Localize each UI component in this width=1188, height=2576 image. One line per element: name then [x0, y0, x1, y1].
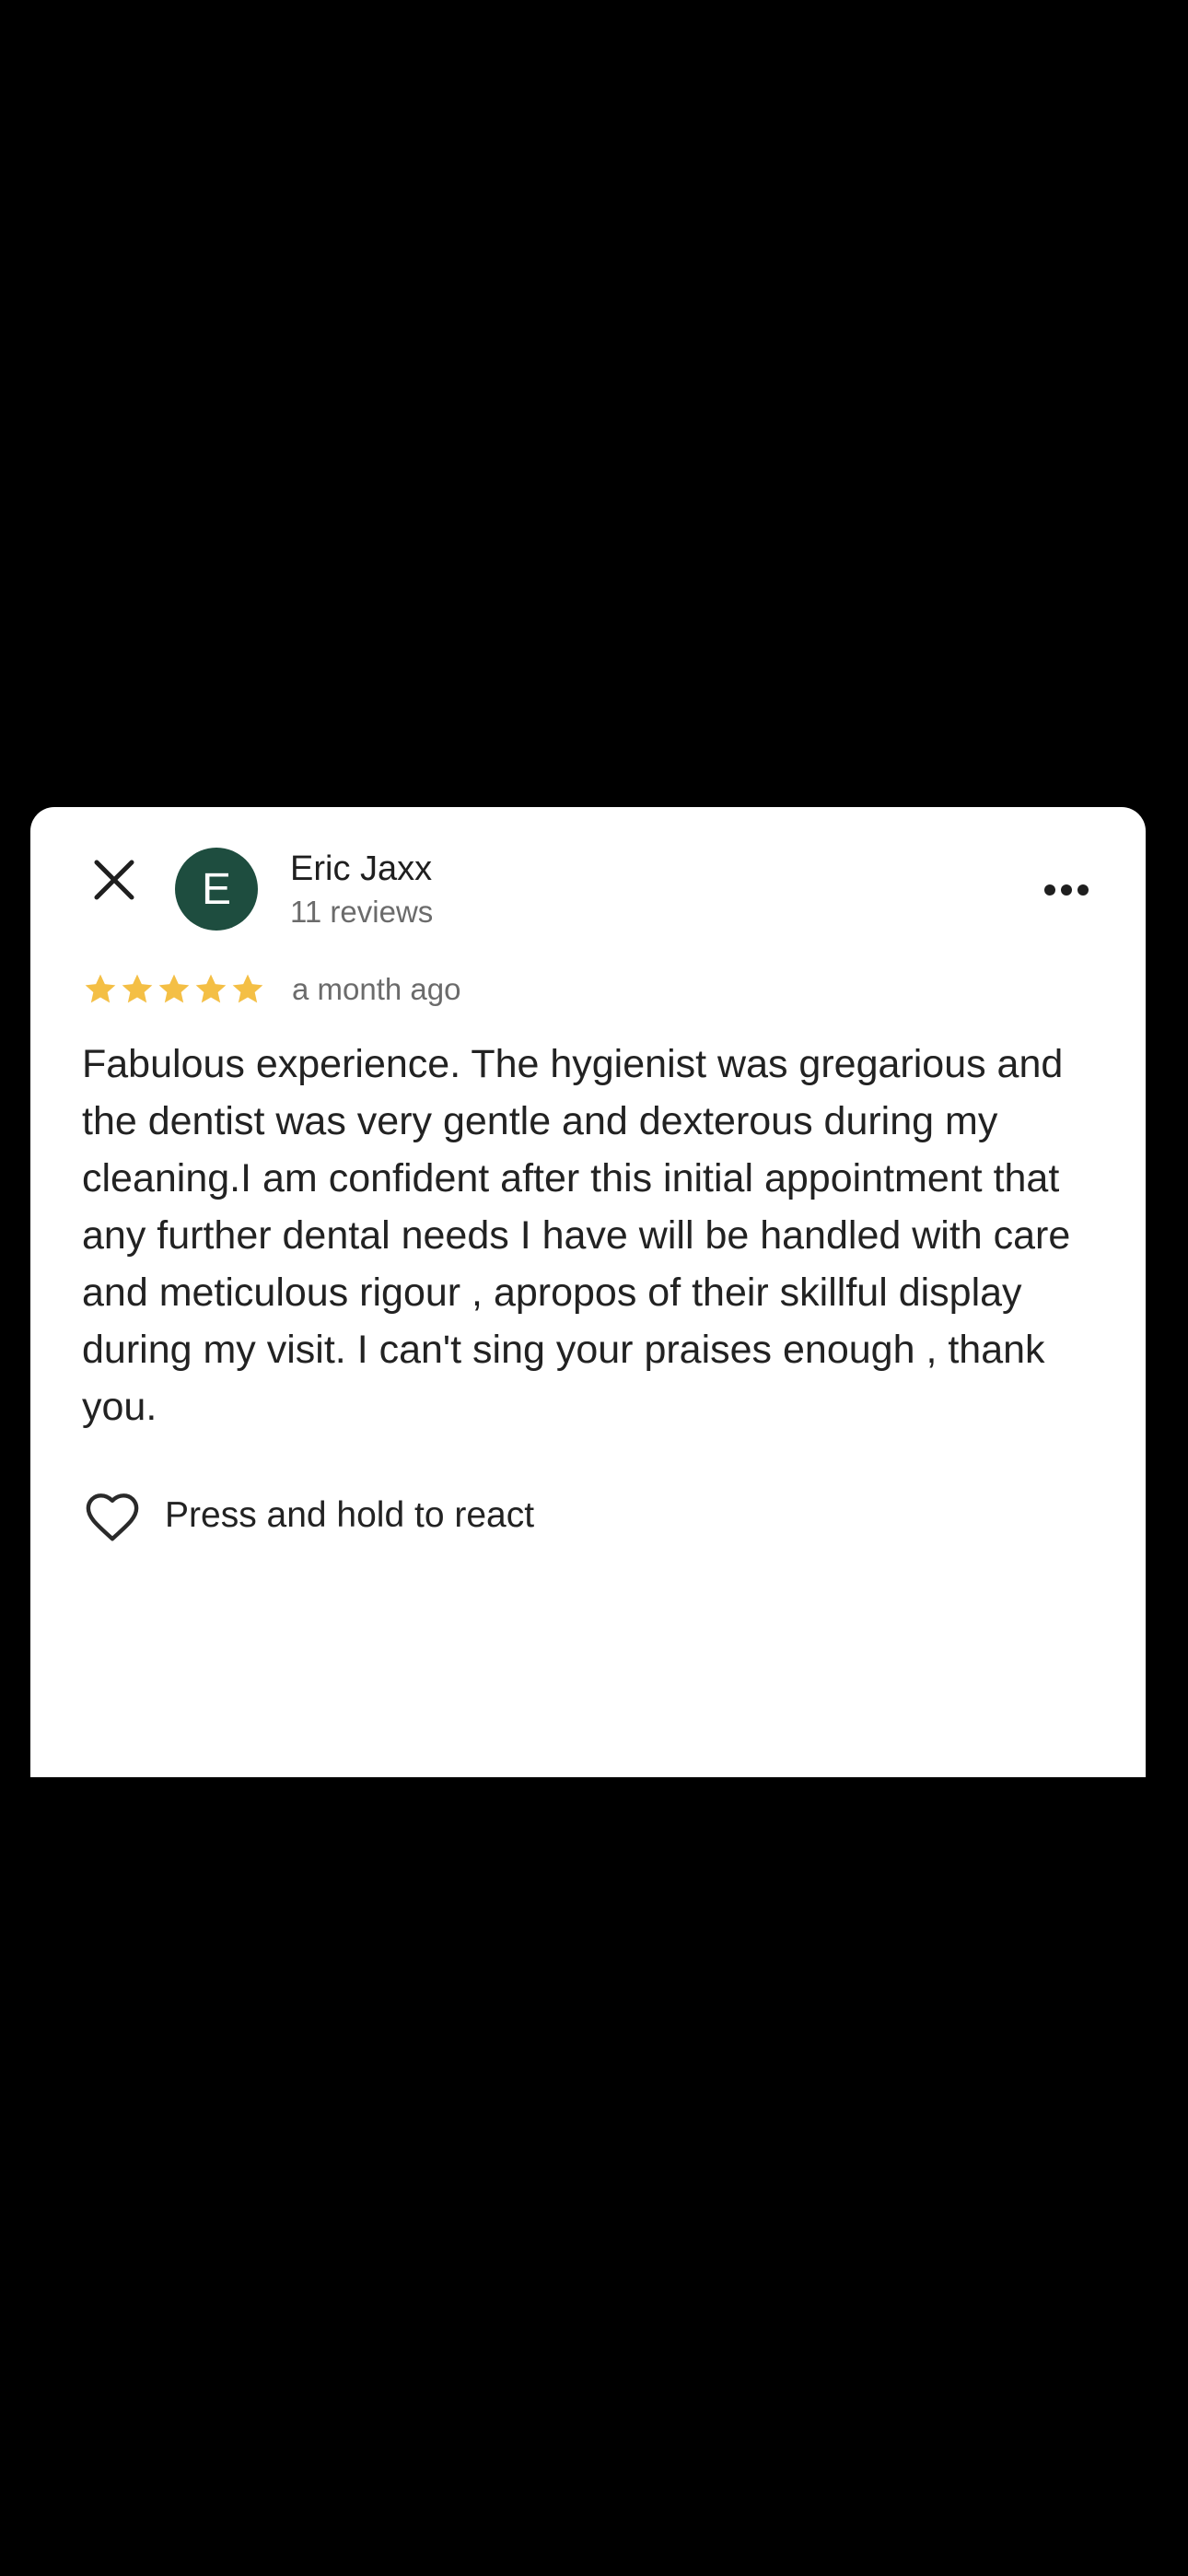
star-icon	[122, 974, 153, 1003]
more-options-button[interactable]	[1034, 858, 1099, 922]
react-button[interactable]: Press and hold to react	[82, 1485, 534, 1546]
star-rating	[82, 971, 266, 1008]
author-name[interactable]: Eric Jaxx	[290, 849, 432, 889]
review-text: Fabulous experience. The hygienist was g…	[82, 1042, 1071, 1429]
star-icon	[85, 974, 116, 1003]
author-review-count: 11 reviews	[290, 895, 434, 929]
more-horizontal-icon	[1044, 884, 1089, 896]
heart-outline-icon	[86, 1493, 139, 1541]
star-icon	[195, 974, 227, 1003]
close-icon	[94, 860, 134, 900]
react-label: Press and hold to react	[165, 1495, 535, 1535]
close-button[interactable]	[82, 848, 146, 912]
review-date: a month ago	[292, 972, 461, 1006]
star-icon	[232, 974, 263, 1003]
review-card: E Eric Jaxx 11 reviews a month ago Fabul…	[30, 807, 1146, 1777]
avatar[interactable]: E	[175, 848, 258, 931]
star-icon	[158, 974, 190, 1003]
avatar-initial: E	[201, 864, 231, 914]
rating-row: a month ago	[82, 971, 460, 1008]
